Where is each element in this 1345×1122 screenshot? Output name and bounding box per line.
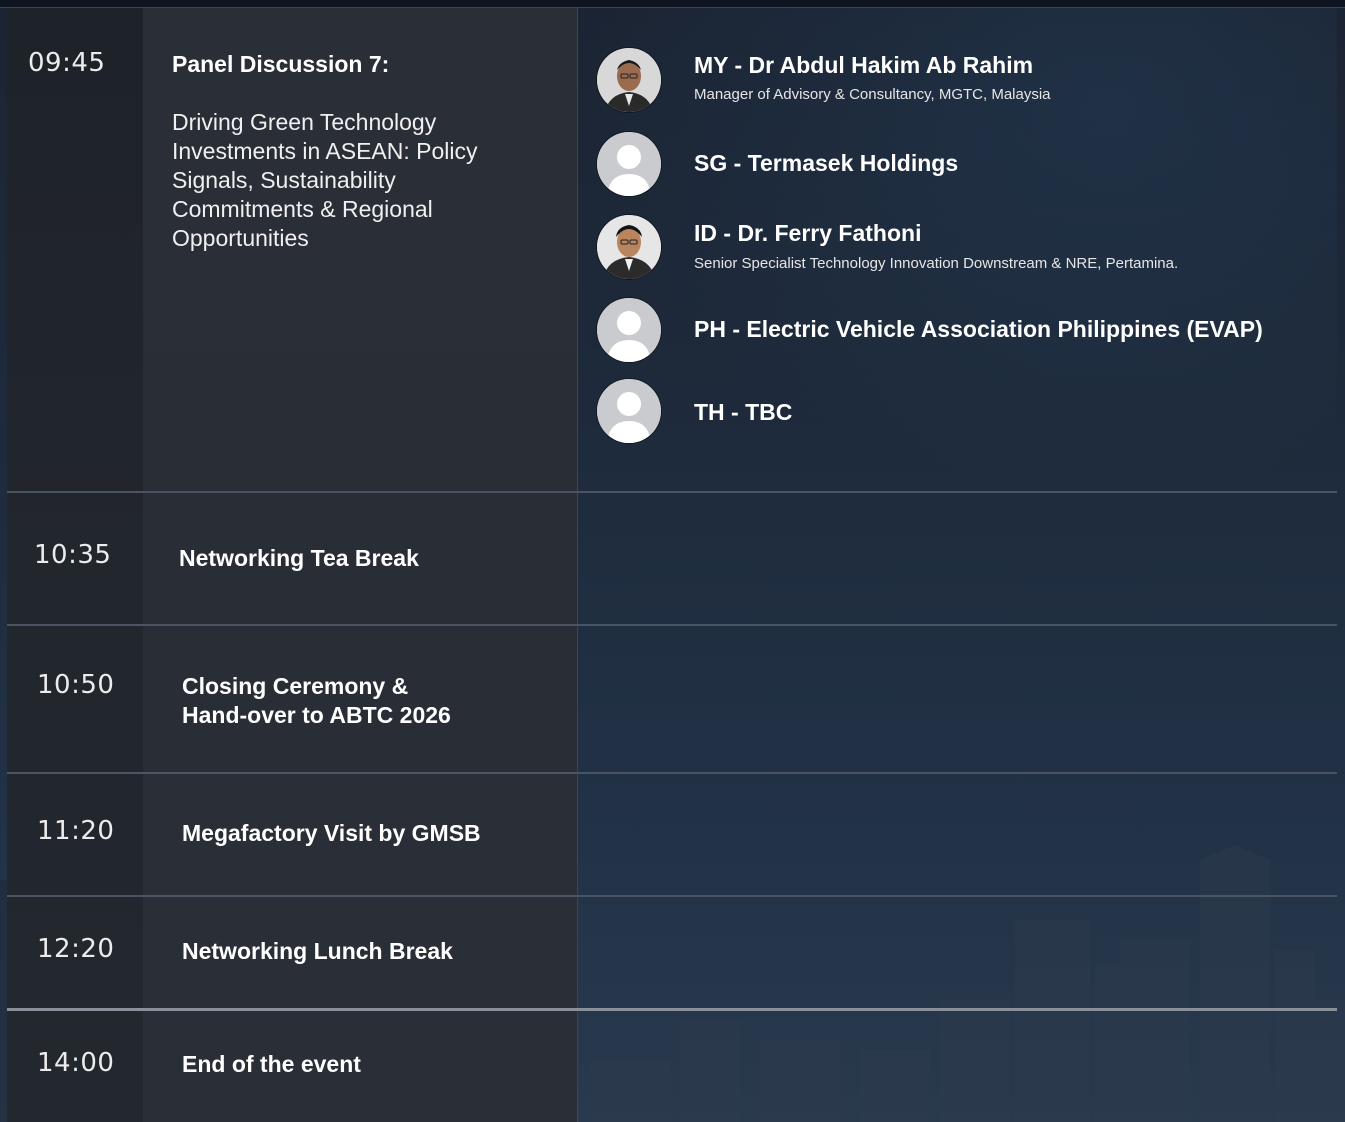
- session-time: 10:50: [37, 670, 115, 700]
- speaker-role: Manager of Advisory & Consultancy, MGTC,…: [694, 86, 1051, 103]
- session-title: Networking Tea Break: [179, 545, 419, 571]
- session-description: Driving Green Technology Investments in …: [172, 109, 478, 251]
- user-placeholder-icon: [597, 298, 661, 362]
- speaker-name: ID - Dr. Ferry Fathoni: [694, 220, 922, 246]
- session-time: 12:20: [37, 934, 115, 964]
- session-title: Closing Ceremony & Hand-over to ABTC 202…: [182, 672, 451, 730]
- person-photo-icon: [597, 48, 661, 112]
- row-divider: [7, 491, 1337, 493]
- session-time: 11:20: [37, 816, 115, 846]
- speakers-column: [578, 8, 1337, 492]
- session-title: Panel Discussion 7:: [172, 51, 390, 77]
- session-title: End of the event: [182, 1051, 361, 1077]
- speaker-role: Senior Specialist Technology Innovation …: [694, 255, 1179, 272]
- session-title-line: Hand-over to ABTC 2026: [182, 702, 451, 728]
- row-divider: [7, 624, 1337, 626]
- row-divider: [7, 772, 1337, 774]
- session-time: 10:35: [34, 540, 112, 570]
- speaker-name: PH - Electric Vehicle Association Philip…: [694, 316, 1263, 342]
- session-title: Megafactory Visit by GMSB: [182, 820, 481, 846]
- session-time: 09:45: [28, 48, 106, 78]
- top-border: [0, 0, 1345, 8]
- session-title-line: Closing Ceremony &: [182, 673, 409, 699]
- speaker-name: SG - Termasek Holdings: [694, 150, 959, 176]
- speaker-name: TH - TBC: [694, 399, 793, 425]
- session-time: 14:00: [37, 1048, 115, 1078]
- row-divider: [7, 895, 1337, 897]
- row-divider: [7, 1008, 1337, 1011]
- user-placeholder-icon: [597, 379, 661, 443]
- person-photo-icon: [597, 215, 661, 279]
- user-placeholder-icon: [597, 132, 661, 196]
- speaker-name: MY - Dr Abdul Hakim Ab Rahim: [694, 52, 1034, 78]
- session-title: Networking Lunch Break: [182, 938, 453, 964]
